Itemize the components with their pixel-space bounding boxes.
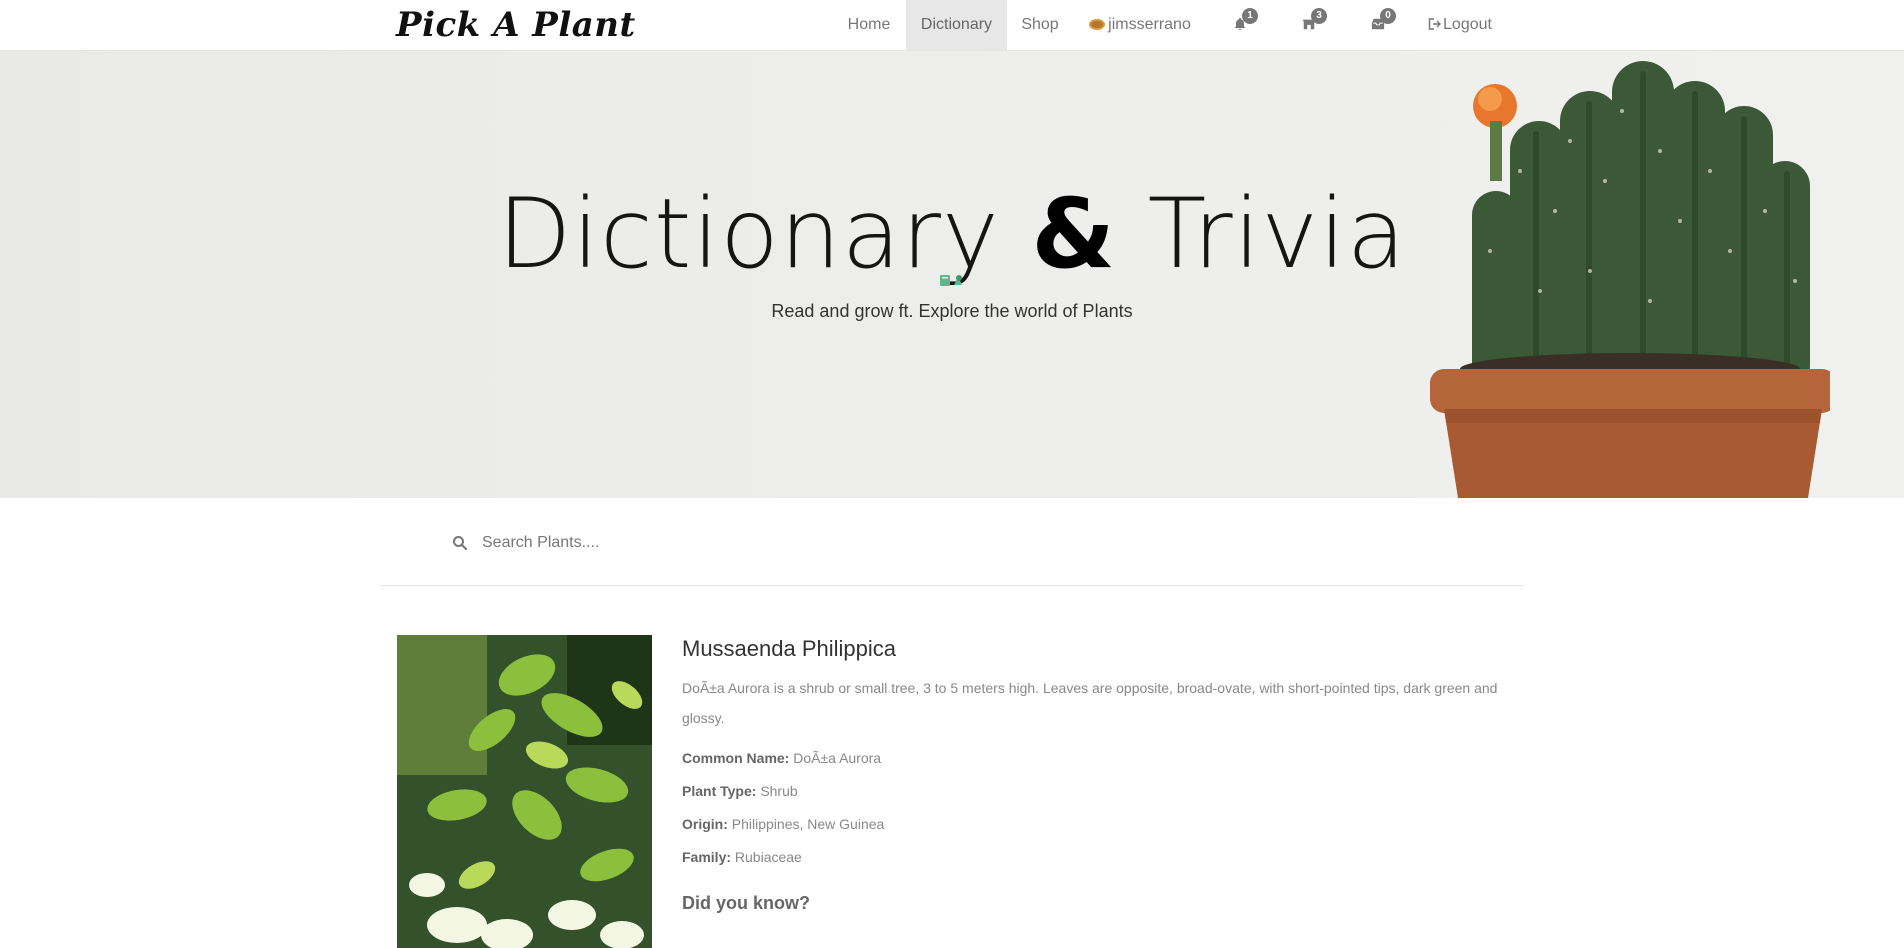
nav-home[interactable]: Home	[838, 0, 900, 50]
origin-value: Philippines, New Guinea	[731, 816, 885, 832]
store-badge: 3	[1311, 8, 1327, 24]
plant-type-label: Plant Type:	[682, 783, 757, 799]
did-you-know-heading: Did you know?	[682, 893, 810, 913]
plant-type-row: Plant Type: Shrub	[682, 776, 1512, 806]
origin-row: Origin: Philippines, New Guinea	[682, 809, 1512, 839]
avatar	[1089, 19, 1106, 30]
family-label: Family:	[682, 849, 732, 865]
store-button[interactable]: 3	[1287, 0, 1335, 50]
search-icon	[453, 536, 468, 551]
hero-title-dictionary: Dictionary	[497, 178, 1000, 290]
username: jimsserrano	[1108, 16, 1191, 33]
hero-banner: Dictionary & Trivia Read and grow ft. Ex…	[0, 51, 1904, 498]
hero-title-amp: &	[1031, 178, 1117, 290]
common-name-row: Common Name: DoÃ±a Aurora	[682, 743, 1512, 773]
plant-image	[397, 635, 652, 948]
plant-description: DoÃ±a Aurora is a shrub or small tree, 3…	[682, 680, 1498, 726]
logout-button[interactable]: Logout	[1420, 0, 1500, 50]
brand-logo[interactable]: Pick A Plant	[396, 2, 636, 48]
search-input[interactable]	[482, 528, 1382, 558]
logout-label: Logout	[1443, 16, 1492, 33]
search-bar	[380, 498, 1524, 586]
origin-label: Origin:	[682, 816, 728, 832]
nav-shop[interactable]: Shop	[1012, 0, 1068, 50]
family-value: Rubiaceae	[734, 849, 802, 865]
family-row: Family: Rubiaceae	[682, 842, 1512, 872]
plant-info: Mussaenda Philippica DoÃ±a Aurora is a s…	[682, 635, 1512, 914]
inbox-button[interactable]: 0	[1356, 0, 1404, 50]
hero-subtitle: Read and grow ft. Explore the world of P…	[771, 301, 1133, 321]
inbox-badge: 0	[1380, 8, 1396, 24]
book-icon	[940, 275, 962, 286]
notifications-badge: 1	[1242, 8, 1258, 24]
plant-name[interactable]: Mussaenda Philippica	[682, 635, 1512, 663]
nav-dictionary[interactable]: Dictionary	[906, 0, 1007, 50]
logout-icon	[1428, 18, 1442, 30]
plant-type-value: Shrub	[760, 783, 798, 799]
common-name-label: Common Name:	[682, 750, 790, 766]
hero-title-trivia: Trivia	[1147, 178, 1407, 290]
nav-user[interactable]: jimsserrano	[1082, 0, 1198, 50]
common-name-value: DoÃ±a Aurora	[793, 750, 882, 766]
plant-photo[interactable]	[397, 635, 652, 948]
navbar: Pick A Plant Home Dictionary Shop jimsse…	[0, 0, 1904, 51]
notifications-button[interactable]: 1	[1218, 0, 1266, 50]
